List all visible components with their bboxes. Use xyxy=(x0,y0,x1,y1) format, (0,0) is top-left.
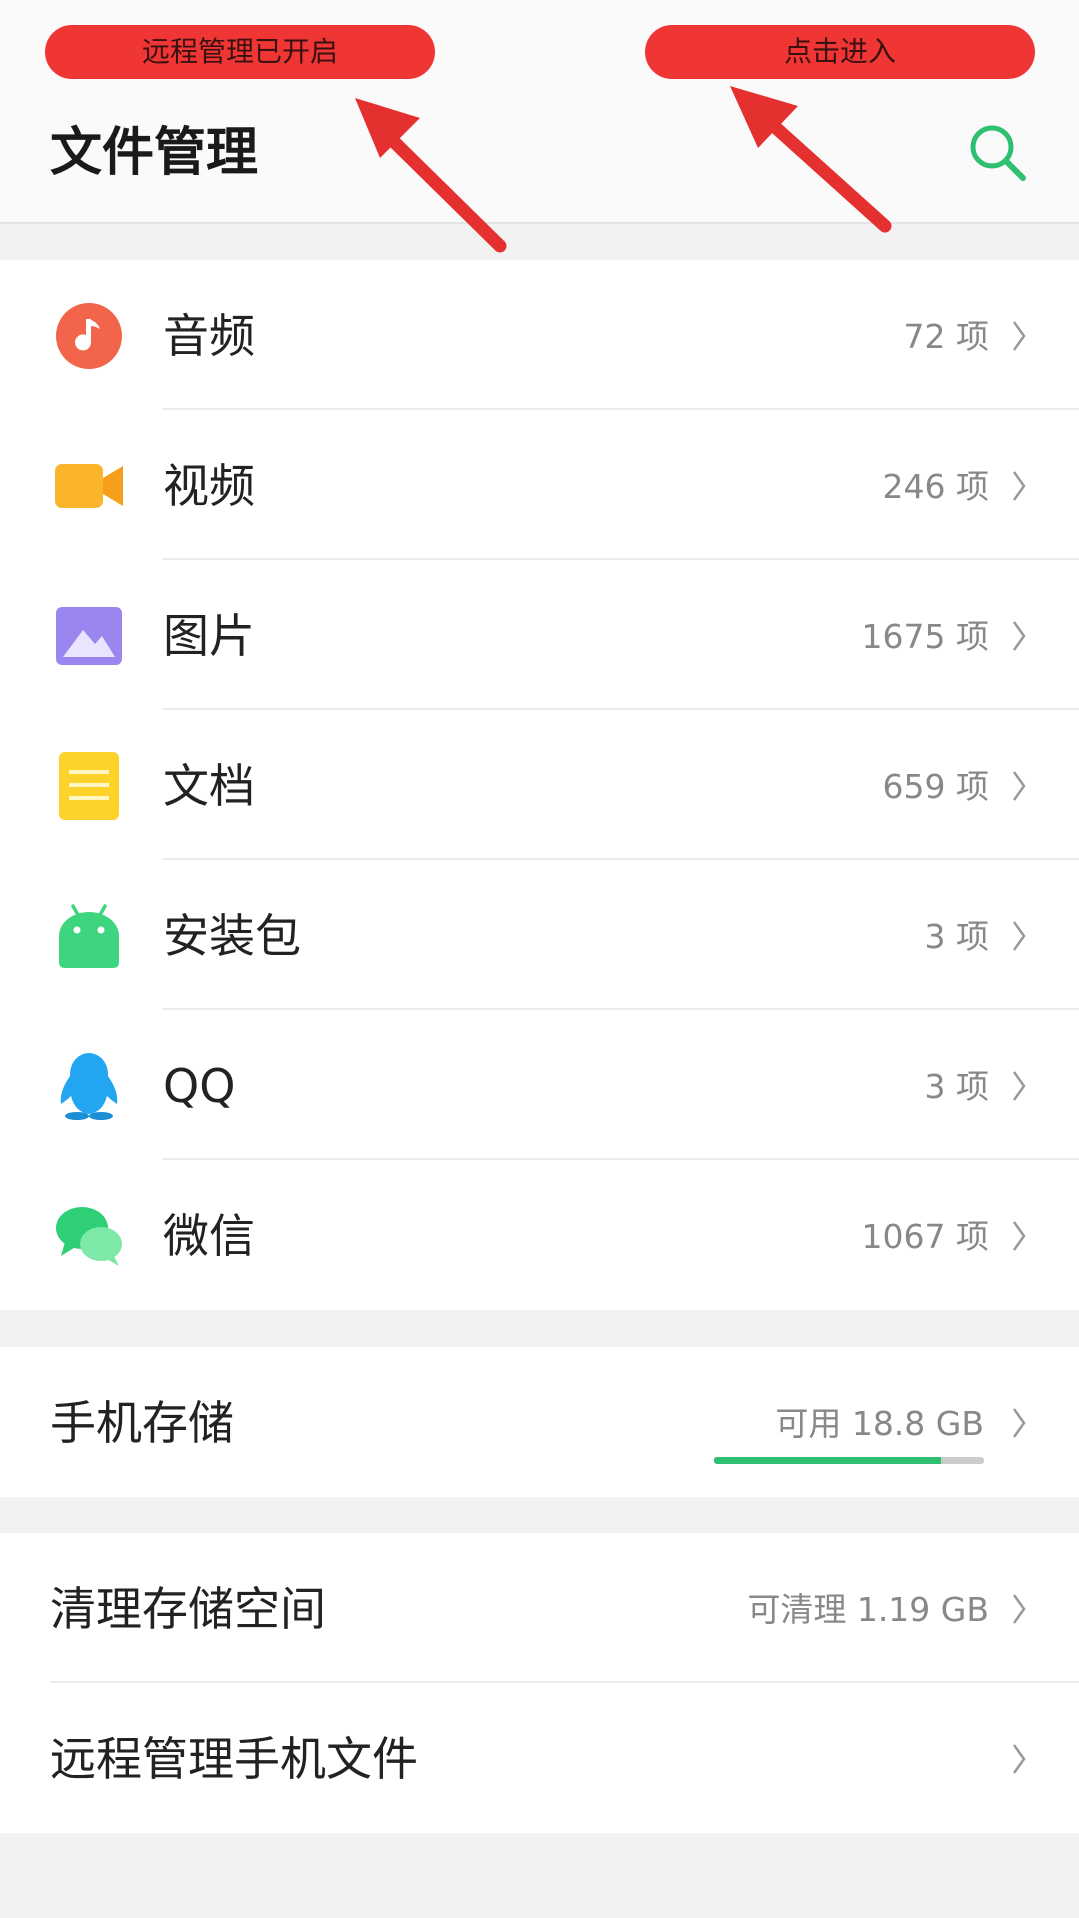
phone-storage-label: 手机存储 xyxy=(50,1396,234,1450)
chevron-right-icon xyxy=(1012,1071,1026,1101)
category-count: 3 项 xyxy=(924,917,990,956)
clean-storage-label: 清理存储空间 xyxy=(50,1582,326,1636)
storage-progress-fill xyxy=(714,1457,941,1464)
left-arrow-icon xyxy=(355,98,507,253)
category-row-qq[interactable]: QQ 3 项 xyxy=(0,1010,1079,1160)
category-count: 1067 项 xyxy=(861,1217,989,1256)
phone-storage-section: 手机存储 可用 18.8 GB xyxy=(0,1347,1079,1497)
qq-penguin-icon xyxy=(60,1053,118,1120)
tools-section: 清理存储空间 可清理 1.19 GB 远程管理手机文件 xyxy=(0,1533,1079,1833)
storage-usage: 可用 18.8 GB xyxy=(714,1399,984,1464)
clean-storage-row[interactable]: 清理存储空间 可清理 1.19 GB xyxy=(0,1533,1079,1683)
wechat-icon xyxy=(56,1207,122,1266)
category-count: 1675 项 xyxy=(861,617,989,656)
picture-icon xyxy=(56,607,122,665)
category-row-audio[interactable]: 音频 72 项 xyxy=(0,260,1079,410)
category-row-apk[interactable]: 安装包 3 项 xyxy=(0,860,1079,1010)
category-row-documents[interactable]: 文档 659 项 xyxy=(0,710,1079,860)
category-count: 659 项 xyxy=(882,767,989,806)
chevron-right-icon xyxy=(1012,1744,1026,1774)
right-arrow-icon xyxy=(730,86,892,233)
category-count: 72 项 xyxy=(903,317,989,356)
category-row-pictures[interactable]: 图片 1675 项 xyxy=(0,560,1079,710)
category-label: 安装包 xyxy=(163,909,301,963)
category-label: 文档 xyxy=(163,759,255,813)
phone-storage-row[interactable]: 手机存储 可用 18.8 GB xyxy=(0,1347,1079,1497)
storage-available: 可用 18.8 GB xyxy=(775,1404,984,1443)
chevron-right-icon xyxy=(1012,771,1026,801)
page-title: 文件管理 xyxy=(50,123,259,183)
category-row-video[interactable]: 视频 246 项 xyxy=(0,410,1079,560)
chevron-right-icon xyxy=(1012,471,1026,501)
chevron-right-icon xyxy=(1012,321,1026,351)
music-note-icon xyxy=(56,303,122,369)
remote-management-enabled-annotation: 远程管理已开启 xyxy=(45,25,435,79)
app-header: 远程管理已开启 点击进入 文件管理 xyxy=(0,0,1079,253)
category-list: 音频 72 项 视频 246 项 图片 1675 项 文档 659 项 安装包 … xyxy=(0,260,1079,1310)
chevron-right-icon xyxy=(1012,1594,1026,1624)
category-label: 微信 xyxy=(163,1209,255,1263)
category-row-wechat[interactable]: 微信 1067 项 xyxy=(0,1160,1079,1310)
remote-manage-files-row[interactable]: 远程管理手机文件 xyxy=(0,1683,1079,1833)
android-icon xyxy=(59,904,119,968)
search-icon[interactable] xyxy=(965,120,1031,186)
cleanable-size: 可清理 1.19 GB xyxy=(747,1590,989,1629)
category-label: 图片 xyxy=(163,609,255,663)
category-count: 3 项 xyxy=(924,1067,990,1106)
remote-manage-files-label: 远程管理手机文件 xyxy=(50,1732,418,1786)
storage-progress-bar xyxy=(714,1457,984,1464)
category-count: 246 项 xyxy=(882,467,989,506)
chevron-right-icon xyxy=(1012,1221,1026,1251)
click-to-enter-annotation: 点击进入 xyxy=(645,25,1035,79)
video-camera-icon xyxy=(55,464,123,508)
chevron-right-icon xyxy=(1012,921,1026,951)
document-icon xyxy=(59,752,119,820)
chevron-right-icon xyxy=(1012,1408,1026,1438)
chevron-right-icon xyxy=(1012,621,1026,651)
category-label: 音频 xyxy=(163,309,255,363)
category-label: QQ xyxy=(163,1059,236,1113)
category-label: 视频 xyxy=(163,459,255,513)
